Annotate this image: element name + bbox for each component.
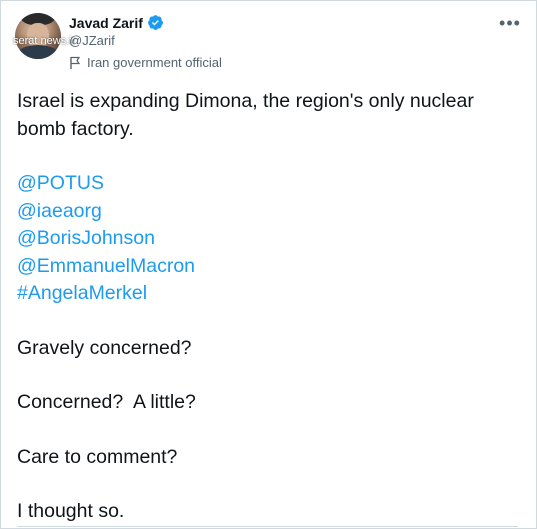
tweet-text: Israel is expanding Dimona, the region's…	[17, 88, 517, 526]
mention-emmanuelmacron[interactable]: @EmmanuelMacron	[17, 253, 517, 281]
tweet-line-1: Israel is expanding Dimona, the region's…	[17, 90, 474, 140]
tweet-line-5: I thought so.	[17, 500, 125, 522]
avatar-shoulders	[17, 45, 59, 59]
more-options-icon[interactable]: •••	[498, 13, 522, 33]
hashtag-angelamerkel[interactable]: #AngelaMerkel	[17, 280, 517, 308]
divider	[17, 526, 518, 527]
account-label-text: Iran government official	[87, 55, 222, 70]
tweet-line-4: Care to comment?	[17, 445, 178, 468]
mention-potus[interactable]: @POTUS	[17, 170, 517, 198]
tweet-line-2: Gravely concerned?	[17, 336, 192, 359]
avatar-watermark: serat news.ir	[13, 35, 76, 47]
tweet-line-3: Concerned? A little?	[17, 391, 196, 413]
tweet-card: serat news.ir Javad Zarif @JZarif Iran g…	[0, 0, 537, 529]
author-name[interactable]: Javad Zarif	[69, 15, 143, 31]
flag-icon	[69, 56, 81, 70]
mention-iaeaorg[interactable]: @iaeaorg	[17, 198, 517, 226]
author-handle[interactable]: @JZarif	[69, 33, 115, 48]
author-name-row: Javad Zarif	[69, 14, 164, 31]
account-label[interactable]: Iran government official	[69, 55, 222, 70]
verified-badge-icon	[147, 14, 164, 31]
mention-borisjohnson[interactable]: @BorisJohnson	[17, 225, 517, 253]
